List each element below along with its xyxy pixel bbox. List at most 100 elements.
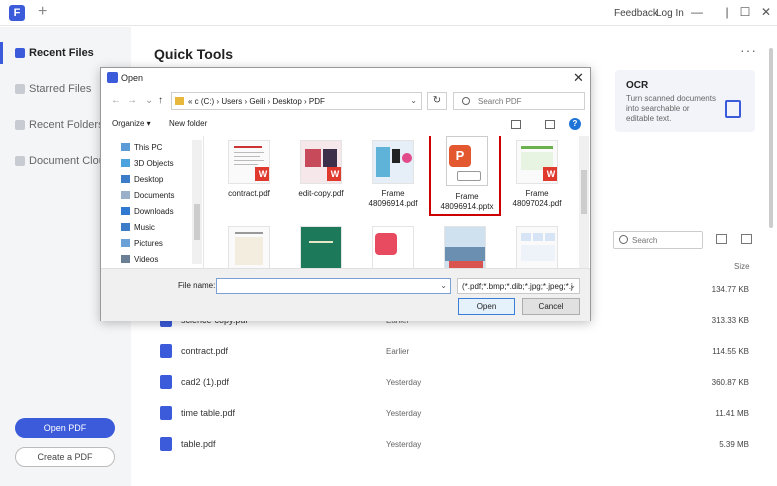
list-view-icon[interactable] — [716, 234, 727, 244]
file-row[interactable]: table.pdf Yesterday 5.39 MB — [0, 434, 777, 456]
file-name-field[interactable]: ⌄ — [216, 278, 451, 294]
file-name: time table.pdf — [181, 408, 236, 418]
computer-icon — [121, 143, 130, 151]
dialog-nav-bar: ← → ⌄ ↑ « c (C:) › Users › Geili › Deskt… — [101, 90, 590, 112]
file-time: Yesterday — [386, 378, 422, 387]
ocr-tool-card[interactable]: OCR Turn scanned documents into searchab… — [615, 70, 755, 132]
file-time: Earlier — [386, 347, 410, 356]
clock-icon — [15, 48, 25, 58]
file-size: 114.55 KB — [712, 347, 749, 356]
login-link[interactable]: Log In — [656, 8, 684, 19]
desktop-icon — [121, 175, 130, 183]
app-logo-icon: F — [9, 5, 25, 21]
nav-pane-scrollbar[interactable] — [192, 140, 202, 264]
grid-view-icon[interactable] — [741, 234, 752, 244]
main-scrollbar[interactable] — [769, 48, 773, 228]
file-tile[interactable]: W contract.pdf — [213, 136, 285, 216]
refresh-button[interactable]: ↻ — [427, 92, 447, 110]
file-size: 11.41 MB — [715, 409, 749, 418]
file-search[interactable] — [613, 231, 703, 249]
file-thumbnail: P — [446, 136, 488, 186]
file-tile-label: Frame 48096914.pdf — [368, 189, 418, 208]
tree-item-pictures[interactable]: Pictures — [121, 236, 163, 250]
minimize-icon[interactable]: — — [690, 5, 704, 19]
file-type-select[interactable]: (*.pdf;*.bmp;*.dib;*.jpg;*.jpeg;*.j ⌄ — [457, 278, 580, 294]
file-size: 5.39 MB — [719, 440, 749, 449]
file-tile[interactable]: W edit-copy.pdf — [285, 136, 357, 216]
sidebar-item-label: Document Cloud — [29, 155, 111, 167]
up-arrow-icon[interactable]: ↑ — [158, 95, 163, 106]
file-tile[interactable]: W Frame 48097024.pdf — [501, 136, 573, 216]
scrollbar-thumb[interactable] — [581, 170, 587, 214]
tree-item-downloads[interactable]: Downloads — [121, 204, 174, 218]
pdf-file-icon — [160, 437, 172, 451]
wps-badge-icon: W — [255, 167, 269, 181]
file-thumbnail — [300, 226, 342, 268]
file-tile-selected[interactable]: P Frame 48096914.pptx — [429, 136, 501, 216]
new-folder-button[interactable]: New folder — [169, 119, 207, 128]
tree-item-this-pc[interactable]: This PC — [121, 140, 162, 154]
dialog-search-input[interactable] — [478, 95, 578, 108]
wps-badge-icon: W — [327, 167, 341, 181]
feedback-link[interactable]: Feedback — [614, 8, 658, 19]
file-grid-scrollbar[interactable] — [579, 136, 589, 268]
tree-item-3d-objects[interactable]: 3D Objects — [121, 156, 174, 170]
file-tile-label: Frame 48097024.pdf — [512, 189, 562, 208]
dialog-title-bar: Open ✕ — [101, 68, 590, 88]
tree-item-label: Pictures — [134, 238, 163, 248]
scrollbar-thumb[interactable] — [194, 204, 200, 240]
file-thumbnail — [228, 226, 270, 268]
view-options-icon[interactable] — [511, 120, 521, 129]
file-tile[interactable] — [213, 222, 285, 268]
chevron-down-icon[interactable]: ⌄ — [440, 281, 447, 290]
file-row[interactable]: contract.pdf Earlier 114.55 KB — [0, 341, 777, 363]
chevron-down-icon[interactable]: ⌄ — [410, 96, 417, 105]
file-tile-label: edit-copy.pdf — [298, 189, 344, 198]
forward-arrow-icon[interactable]: → — [127, 95, 137, 106]
tree-item-documents[interactable]: Documents — [121, 188, 174, 202]
ocr-scan-icon — [725, 100, 741, 118]
ocr-title: OCR — [626, 80, 649, 91]
sidebar-item-document-cloud[interactable]: Document Cloud — [15, 152, 111, 170]
file-tile[interactable] — [429, 222, 501, 268]
recent-dropdown-icon[interactable]: ⌄ — [145, 95, 153, 106]
file-row[interactable]: cad2 (1).pdf Yesterday 360.87 KB — [0, 372, 777, 394]
more-options-icon[interactable]: ··· — [740, 42, 757, 58]
new-tab-button[interactable]: + — [38, 3, 47, 21]
preview-pane-icon[interactable] — [545, 120, 555, 129]
chevron-down-icon: ⌄ — [569, 281, 576, 290]
open-file-dialog: Open ✕ ← → ⌄ ↑ « c (C:) › Users › Geili … — [100, 67, 591, 321]
size-column-header[interactable]: Size — [734, 262, 750, 271]
close-icon[interactable]: ✕ — [759, 5, 773, 19]
file-tile[interactable] — [357, 222, 429, 268]
tree-item-music[interactable]: Music — [121, 220, 155, 234]
page-title: Quick Tools — [154, 46, 234, 62]
file-tile[interactable] — [501, 222, 573, 268]
close-icon[interactable]: ✕ — [573, 70, 584, 86]
address-bar[interactable]: « c (C:) › Users › Geili › Desktop › PDF… — [171, 92, 422, 110]
file-name-input[interactable] — [220, 280, 440, 292]
pdf-file-icon — [160, 375, 172, 389]
file-tile[interactable]: Frame 48096914.pdf — [357, 136, 429, 216]
wps-badge-icon: W — [543, 167, 557, 181]
file-tile[interactable] — [285, 222, 357, 268]
tree-item-label: Music — [134, 222, 155, 232]
sidebar-item-starred-files[interactable]: Starred Files — [15, 80, 91, 98]
search-input[interactable] — [632, 234, 700, 247]
tree-item-videos[interactable]: Videos — [121, 252, 158, 266]
help-icon[interactable]: ? — [569, 118, 581, 130]
pdf-file-icon — [160, 344, 172, 358]
file-tile-label: contract.pdf — [228, 189, 270, 198]
dialog-open-button[interactable]: Open — [458, 298, 515, 315]
video-icon — [121, 255, 130, 263]
maximize-icon[interactable]: ☐ — [738, 5, 752, 19]
dialog-search[interactable] — [453, 92, 585, 110]
organize-button[interactable]: Organize ▾ — [112, 119, 151, 128]
file-row[interactable]: time table.pdf Yesterday 11.41 MB — [0, 403, 777, 425]
dialog-nav-pane: This PC 3D Objects Desktop Documents Dow… — [101, 136, 204, 268]
back-arrow-icon[interactable]: ← — [111, 95, 121, 106]
dialog-cancel-button[interactable]: Cancel — [522, 298, 580, 315]
sidebar-item-recent-folders[interactable]: Recent Folders — [15, 116, 104, 134]
sidebar-item-recent-files[interactable]: Recent Files — [15, 44, 94, 62]
tree-item-desktop[interactable]: Desktop — [121, 172, 163, 186]
